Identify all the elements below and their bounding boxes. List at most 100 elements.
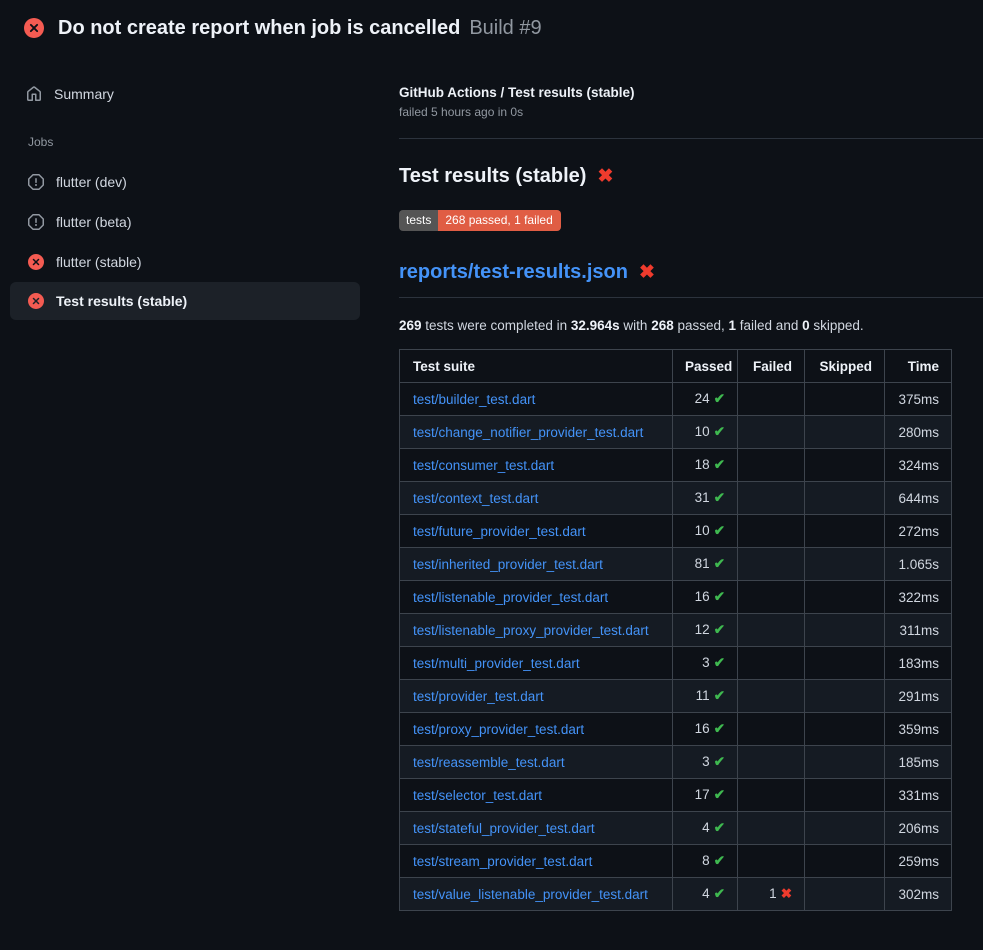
summary-segment: 32.964s: [571, 318, 620, 333]
passed-cell: 81✔: [673, 548, 738, 581]
passed-cell-value: 31: [695, 490, 710, 505]
time-cell: 185ms: [885, 746, 952, 779]
column-header-failed: Failed: [738, 350, 805, 383]
failed-cell: [738, 680, 805, 713]
table-row: test/provider_test.dart11✔291ms: [400, 680, 952, 713]
suite-link[interactable]: test/value_listenable_provider_test.dart: [413, 887, 648, 902]
column-header-test-suite: Test suite: [400, 350, 673, 383]
sidebar-item-summary[interactable]: Summary: [0, 80, 383, 108]
sidebar-job-item[interactable]: Test results (stable): [10, 282, 360, 320]
failed-cell: [738, 548, 805, 581]
failed-cross-icon: ✖: [597, 167, 613, 186]
table-row: test/inherited_provider_test.dart81✔1.06…: [400, 548, 952, 581]
check-icon: ✔: [714, 655, 725, 670]
check-icon: ✔: [714, 523, 725, 538]
suite-cell: test/listenable_provider_test.dart: [400, 581, 673, 614]
passed-cell: 18✔: [673, 449, 738, 482]
stop-icon: [28, 214, 44, 230]
passed-cell: 4✔: [673, 878, 738, 911]
failed-cell: [738, 515, 805, 548]
passed-cell: 31✔: [673, 482, 738, 515]
suite-link[interactable]: test/change_notifier_provider_test.dart: [413, 425, 643, 440]
summary-segment: 268: [651, 318, 674, 333]
report-divider: [399, 297, 983, 298]
passed-cell-value: 4: [702, 886, 710, 901]
summary-segment: failed and: [736, 318, 802, 333]
suite-cell: test/future_provider_test.dart: [400, 515, 673, 548]
summary-segment: 0: [802, 318, 810, 333]
table-head: Test suitePassedFailedSkippedTime: [400, 350, 952, 383]
skipped-cell: [805, 746, 885, 779]
passed-cell-value: 11: [696, 688, 710, 703]
suite-cell: test/stateful_provider_test.dart: [400, 812, 673, 845]
suite-link[interactable]: test/provider_test.dart: [413, 689, 544, 704]
passed-cell: 12✔: [673, 614, 738, 647]
time-cell: 324ms: [885, 449, 952, 482]
suite-link[interactable]: test/builder_test.dart: [413, 392, 535, 407]
time-cell: 272ms: [885, 515, 952, 548]
suite-link[interactable]: test/future_provider_test.dart: [413, 524, 586, 539]
badge-label: tests: [399, 210, 438, 231]
passed-cell: 24✔: [673, 383, 738, 416]
column-header-skipped: Skipped: [805, 350, 885, 383]
suite-link[interactable]: test/stateful_provider_test.dart: [413, 821, 595, 836]
passed-cell: 10✔: [673, 416, 738, 449]
passed-cell: 10✔: [673, 515, 738, 548]
suite-link[interactable]: test/selector_test.dart: [413, 788, 542, 803]
cross-icon: ✖: [781, 886, 792, 901]
header-row: Test suitePassedFailedSkippedTime: [400, 350, 952, 383]
suite-link[interactable]: test/listenable_proxy_provider_test.dart: [413, 623, 649, 638]
table-row: test/reassemble_test.dart 3✔ 185ms: [400, 746, 952, 779]
suite-link[interactable]: test/proxy_provider_test.dart: [413, 722, 584, 737]
suite-link[interactable]: test/reassemble_test.dart: [413, 755, 565, 770]
skipped-cell: [805, 614, 885, 647]
time-cell-value: 331ms: [898, 788, 939, 803]
time-cell: 183ms: [885, 647, 952, 680]
time-cell-value: 311ms: [899, 623, 939, 638]
suite-link[interactable]: test/multi_provider_test.dart: [413, 656, 580, 671]
passed-cell: 16✔: [673, 713, 738, 746]
table-body: test/builder_test.dart 24✔ 375ms test/chang…: [400, 383, 952, 911]
suite-link[interactable]: test/inherited_provider_test.dart: [413, 557, 603, 572]
summary-label: Summary: [54, 86, 114, 102]
check-icon: ✔: [714, 688, 725, 703]
suite-cell: test/provider_test.dart: [400, 680, 673, 713]
report-file-link[interactable]: reports/test-results.json ✖: [399, 261, 983, 284]
column-header-passed: Passed: [673, 350, 738, 383]
failed-cell: [738, 812, 805, 845]
time-cell: 322ms: [885, 581, 952, 614]
suite-link[interactable]: test/consumer_test.dart: [413, 458, 554, 473]
suite-cell: test/multi_provider_test.dart: [400, 647, 673, 680]
table-row: test/listenable_provider_test.dart16✔322…: [400, 581, 952, 614]
suite-link[interactable]: test/listenable_provider_test.dart: [413, 590, 608, 605]
passed-cell: 3✔: [673, 746, 738, 779]
passed-cell: 17✔: [673, 779, 738, 812]
failed-cell: [738, 383, 805, 416]
check-icon: ✔: [714, 391, 725, 406]
time-cell: 375ms: [885, 383, 952, 416]
sidebar-job-item[interactable]: flutter (dev): [0, 162, 383, 202]
time-cell: 280ms: [885, 416, 952, 449]
check-icon: ✔: [714, 457, 725, 472]
jobs-heading: Jobs: [28, 135, 383, 149]
passed-cell-value: 16: [695, 721, 710, 736]
failed-cell: [738, 482, 805, 515]
table-row: test/future_provider_test.dart 10✔ 272ms: [400, 515, 952, 548]
tests-status-badge: tests 268 passed, 1 failed: [399, 210, 561, 231]
failed-cell: [738, 614, 805, 647]
skipped-cell: [805, 581, 885, 614]
skipped-cell: [805, 515, 885, 548]
suite-link[interactable]: test/context_test.dart: [413, 491, 538, 506]
time-cell: 206ms: [885, 812, 952, 845]
suite-link[interactable]: test/stream_provider_test.dart: [413, 854, 592, 869]
failed-cell: [738, 713, 805, 746]
failed-cell: [738, 416, 805, 449]
skipped-cell: [805, 878, 885, 911]
time-cell-value: 185ms: [898, 755, 939, 770]
sidebar-job-item[interactable]: flutter (stable): [0, 242, 383, 282]
failed-cell: [738, 647, 805, 680]
failed-cell: [738, 581, 805, 614]
suite-cell: test/builder_test.dart: [400, 383, 673, 416]
sidebar-job-item[interactable]: flutter (beta): [0, 202, 383, 242]
x-circle-fill-icon: [28, 254, 44, 270]
